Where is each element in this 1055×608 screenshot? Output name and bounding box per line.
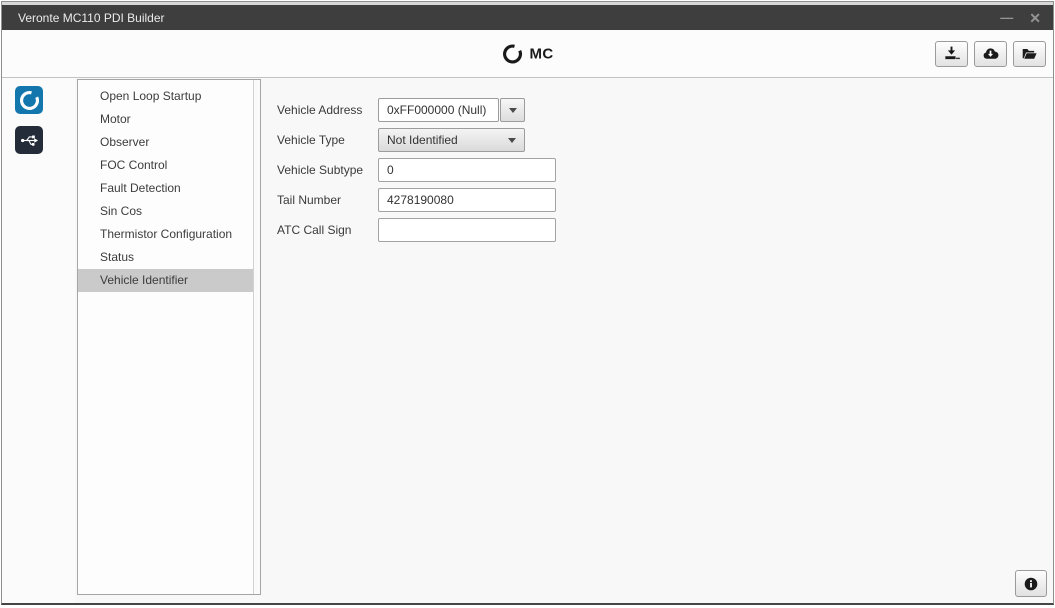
usb-icon	[19, 130, 40, 151]
download-tray-icon	[943, 45, 960, 62]
combo-input-vehicle-address[interactable]	[378, 98, 499, 122]
form-row-vehicle-address: Vehicle Address	[277, 98, 556, 122]
field-label: Vehicle Subtype	[277, 163, 378, 177]
menu-panel: Open Loop StartupMotorObserverFOC Contro…	[77, 79, 261, 595]
menu-item-thermistor-configuration[interactable]: Thermistor Configuration	[78, 223, 253, 246]
input-tail-number[interactable]	[378, 188, 556, 212]
menu-item-foc-control[interactable]: FOC Control	[78, 154, 253, 177]
field-label: Vehicle Type	[277, 133, 378, 147]
sidebar-item-usb-connection[interactable]	[15, 126, 43, 154]
combo-vehicle-address	[378, 98, 525, 122]
open-folder-icon	[1021, 45, 1038, 62]
form-row-atc-call-sign: ATC Call Sign	[277, 218, 556, 242]
veronte-ring-icon	[19, 90, 40, 111]
activity-bar	[2, 78, 75, 603]
titlebar[interactable]: Veronte MC110 PDI Builder — ✕	[2, 2, 1053, 30]
veronte-ring-icon	[502, 43, 523, 64]
form-row-vehicle-type: Vehicle Type Not Identified	[277, 128, 556, 152]
minimize-button[interactable]: —	[1000, 11, 1013, 24]
menu-list: Open Loop StartupMotorObserverFOC Contro…	[78, 85, 260, 292]
menu-item-observer[interactable]: Observer	[78, 131, 253, 154]
menu-item-sin-cos[interactable]: Sin Cos	[78, 200, 253, 223]
menu-item-motor[interactable]: Motor	[78, 108, 253, 131]
logo-text: MC	[530, 45, 554, 62]
form-row-vehicle-subtype: Vehicle Subtype	[277, 158, 556, 182]
app-logo: MC	[502, 43, 554, 64]
field-label: Tail Number	[277, 193, 378, 207]
input-atc-call-sign[interactable]	[378, 218, 556, 242]
close-button[interactable]: ✕	[1029, 11, 1041, 25]
app-window: Veronte MC110 PDI Builder — ✕ MC Open Lo…	[1, 1, 1054, 605]
menu-item-fault-detection[interactable]: Fault Detection	[78, 177, 253, 200]
chevron-down-icon	[508, 138, 516, 143]
cloud-download-icon	[982, 45, 999, 62]
window-title: Veronte MC110 PDI Builder	[18, 11, 165, 25]
combo-dropdown-button[interactable]	[500, 98, 525, 122]
window-controls: — ✕	[1000, 11, 1041, 25]
dropdown-value: Not Identified	[387, 133, 458, 147]
save-to-disk-button[interactable]	[935, 41, 968, 67]
open-file-button[interactable]	[1013, 41, 1046, 67]
dropdown-vehicle-type[interactable]: Not Identified	[378, 128, 525, 152]
header-toolbar	[935, 41, 1046, 67]
menu-item-vehicle-identifier[interactable]: Vehicle Identifier	[78, 269, 253, 292]
info-icon	[1023, 576, 1039, 592]
field-label: Vehicle Address	[277, 103, 378, 117]
menu-item-status[interactable]: Status	[78, 246, 253, 269]
form-row-tail-number: Tail Number	[277, 188, 556, 212]
menu-scrollbar[interactable]	[253, 80, 260, 594]
content-area: Vehicle Address Vehicle Type Not Identifie…	[261, 78, 1053, 603]
menu-item-open-loop-startup[interactable]: Open Loop Startup	[78, 85, 253, 108]
input-vehicle-subtype[interactable]	[378, 158, 556, 182]
main-body: Open Loop StartupMotorObserverFOC Contro…	[2, 78, 1053, 603]
form: Vehicle Address Vehicle Type Not Identifie…	[277, 98, 556, 248]
header: MC	[2, 30, 1053, 78]
cloud-download-button[interactable]	[974, 41, 1007, 67]
sidebar-item-veronte-module[interactable]	[15, 86, 43, 114]
chevron-down-icon	[509, 108, 517, 113]
info-button[interactable]	[1015, 570, 1047, 597]
field-label: ATC Call Sign	[277, 223, 378, 237]
